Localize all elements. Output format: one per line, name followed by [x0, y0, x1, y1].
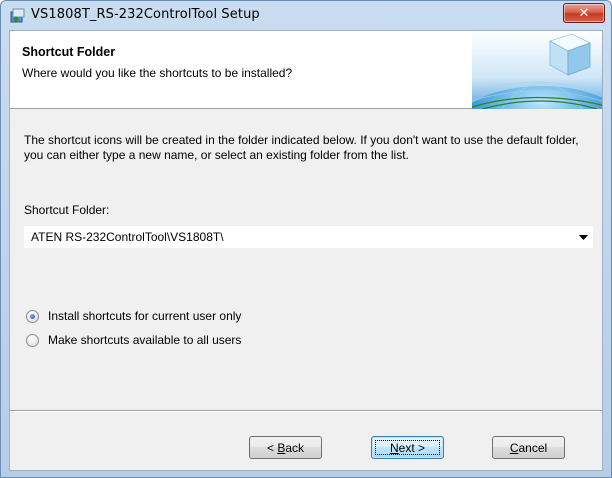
back-button[interactable]: < Back [249, 436, 322, 459]
footer-divider-highlight [10, 411, 602, 412]
installer-icon [10, 8, 25, 23]
shortcut-folder-value[interactable]: ATEN RS-232ControlTool\VS1808T\ [25, 230, 574, 244]
current-user-label[interactable]: Install shortcuts for current user only [48, 309, 241, 323]
all-users-radio[interactable] [26, 333, 39, 347]
cancel-button-rest: ancel [518, 440, 548, 455]
shortcut-folder-combobox[interactable]: ATEN RS-232ControlTool\VS1808T\ [24, 226, 593, 248]
close-icon: ✕ [578, 5, 590, 20]
cancel-button-mnemonic: C [509, 440, 519, 455]
next-button[interactable]: Next > [371, 436, 444, 459]
instructions-text: The shortcut icons will be created in th… [24, 133, 579, 162]
globe-cube-graphic [472, 31, 602, 109]
back-button-rest: ack [285, 440, 305, 455]
back-button-mnemonic: B [277, 440, 286, 455]
setup-window: VS1808T_RS-232ControlTool Setup ✕ Shortc… [0, 0, 612, 478]
next-button-mnemonic: N [389, 440, 399, 455]
all-users-option[interactable]: Make shortcuts available to all users [26, 332, 241, 348]
shortcut-folder-label: Shortcut Folder: [24, 203, 110, 217]
next-button-rest: ext > [398, 440, 426, 455]
window-title: VS1808T_RS-232ControlTool Setup [31, 7, 260, 22]
cancel-button[interactable]: Cancel [492, 436, 565, 459]
current-user-option[interactable]: Install shortcuts for current user only [26, 308, 241, 324]
header-panel: Shortcut Folder Where would you like the… [10, 31, 602, 109]
page-subtitle: Where would you like the shortcuts to be… [22, 66, 293, 80]
back-button-prefix: < [266, 440, 278, 455]
title-bar[interactable]: VS1808T_RS-232ControlTool Setup ✕ [1, 1, 611, 29]
all-users-label[interactable]: Make shortcuts available to all users [48, 333, 241, 347]
page-title: Shortcut Folder [22, 45, 116, 59]
close-button[interactable]: ✕ [563, 3, 605, 23]
current-user-radio[interactable] [26, 309, 39, 323]
dropdown-arrow-icon[interactable] [574, 227, 592, 247]
dialog-body: Shortcut Folder Where would you like the… [9, 30, 603, 471]
